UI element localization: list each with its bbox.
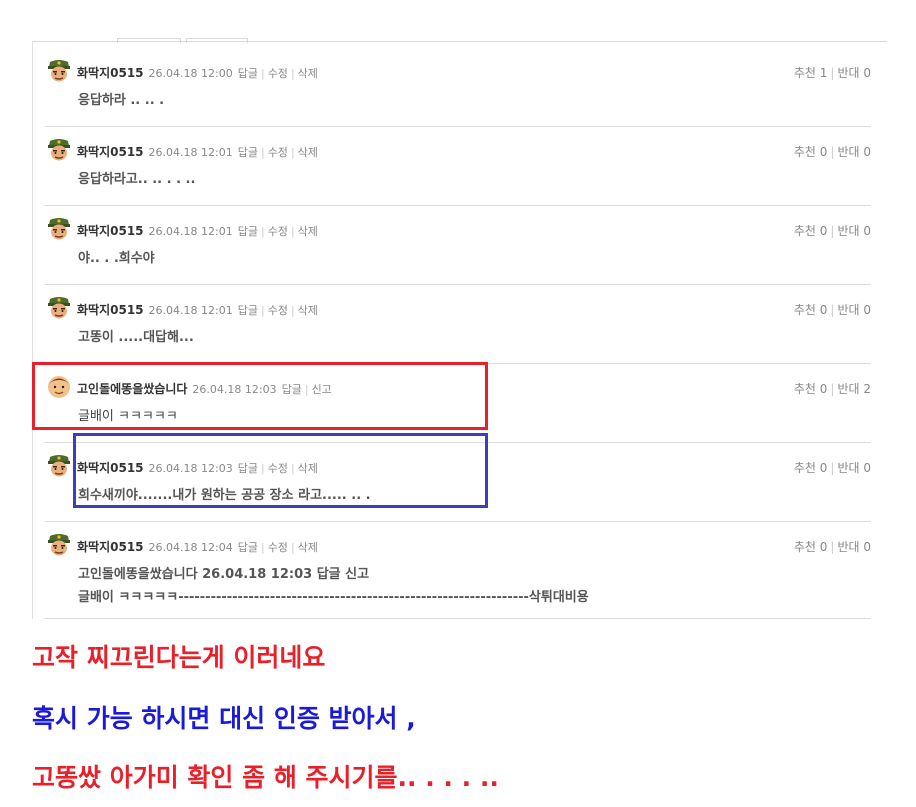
action-separator: |	[290, 146, 295, 159]
comment-list: 화딱지0515 26.04.18 12:00 답글 | 수정 | 삭제 응답하라 .. .. …	[45, 48, 871, 619]
comment-action-button[interactable]: 답글	[238, 304, 258, 317]
upvote-button[interactable]: 추천 0	[794, 145, 828, 159]
comment-text: 고똥이 .....대답해...	[78, 330, 194, 345]
comment-action-button[interactable]: 삭제	[298, 304, 318, 317]
comment-votes: 추천 0 | 반대 0	[794, 222, 871, 239]
comment-votes: 추천 0 | 반대 2	[794, 380, 871, 397]
action-separator: |	[260, 304, 265, 317]
upvote-button[interactable]: 추천 0	[794, 224, 828, 238]
downvote-button[interactable]: 반대 0	[837, 461, 871, 475]
action-separator: |	[260, 67, 265, 80]
comment-date: 26.04.18 12:01	[148, 225, 233, 238]
soldier-avatar-icon	[46, 295, 72, 320]
vote-separator: |	[830, 540, 835, 554]
upvote-button[interactable]: 추천 0	[794, 540, 828, 554]
action-separator: |	[290, 541, 295, 554]
downvote-button[interactable]: 반대 0	[837, 540, 871, 554]
comment-text: 야.. . .희수야	[78, 251, 155, 266]
comment-meta: 화딱지0515 26.04.18 12:01 답글 | 수정 | 삭제	[77, 222, 318, 239]
comment-author[interactable]: 화딱지0515	[77, 66, 144, 80]
action-separator: |	[290, 67, 295, 80]
comment-action-button[interactable]: 수정	[268, 67, 288, 80]
caption-line-2: 혹시 가능 하시면 대신 인증 받아서 ,	[32, 704, 416, 733]
downvote-button[interactable]: 반대 2	[837, 382, 871, 396]
comment-date: 26.04.18 12:00	[148, 67, 233, 80]
action-separator: |	[260, 146, 265, 159]
caption-line-1: 고작 찌끄린다는게 이러네요	[32, 643, 326, 672]
comment-action-button[interactable]: 답글	[238, 225, 258, 238]
vote-separator: |	[830, 461, 835, 475]
comment-action-button[interactable]: 수정	[268, 541, 288, 554]
comment-date: 26.04.18 12:01	[148, 146, 233, 159]
comment-text: 응답하라고.. .. . . ..	[78, 172, 196, 187]
action-separator: |	[260, 541, 265, 554]
comment-action-button[interactable]: 답글	[238, 146, 258, 159]
upvote-button[interactable]: 추천 1	[794, 66, 828, 80]
comment-action-button[interactable]: 삭제	[298, 225, 318, 238]
list-left-border	[32, 41, 33, 619]
vote-separator: |	[830, 66, 835, 80]
comment-action-button[interactable]: 삭제	[298, 67, 318, 80]
vote-separator: |	[830, 303, 835, 317]
upvote-button[interactable]: 추천 0	[794, 461, 828, 475]
comment-date: 26.04.18 12:04	[148, 541, 233, 554]
comment-action-button[interactable]: 답글	[238, 67, 258, 80]
comment-author[interactable]: 화딱지0515	[77, 540, 144, 554]
comment-votes: 추천 0 | 반대 0	[794, 143, 871, 160]
comment-item: 화딱지0515 26.04.18 12:04 답글 | 수정 | 삭제 고인돌에똥을쌌습니다 …	[45, 522, 871, 619]
comment-action-button[interactable]: 삭제	[298, 541, 318, 554]
caption-line-3: 고똥쌌 아가미 확인 좀 해 주시기를.. . . . ..	[32, 763, 499, 792]
soldier-avatar-icon	[46, 137, 72, 162]
comment-text: 응답하라 .. .. .	[78, 93, 165, 108]
comment-item: 화딱지0515 26.04.18 12:00 답글 | 수정 | 삭제 응답하라 .. .. …	[45, 48, 871, 127]
comment-text-line2: 글배이 ㅋㅋㅋㅋㅋ-------------------------------…	[78, 590, 589, 605]
comment-item: 화딱지0515 26.04.18 12:01 답글 | 수정 | 삭제 응답하라고.. .. …	[45, 127, 871, 206]
comment-action-button[interactable]: 수정	[268, 304, 288, 317]
upvote-button[interactable]: 추천 0	[794, 303, 828, 317]
comment-action-button[interactable]: 답글	[238, 541, 258, 554]
soldier-avatar-icon	[46, 453, 72, 478]
comment-votes: 추천 0 | 반대 0	[794, 459, 871, 476]
action-separator: |	[290, 304, 295, 317]
comment-action-button[interactable]: 수정	[268, 146, 288, 159]
comment-meta: 화딱지0515 26.04.18 12:04 답글 | 수정 | 삭제	[77, 538, 318, 555]
downvote-button[interactable]: 반대 0	[837, 224, 871, 238]
downvote-button[interactable]: 반대 0	[837, 145, 871, 159]
comment-item: 화딱지0515 26.04.18 12:01 답글 | 수정 | 삭제 야.. . .희수야 추…	[45, 206, 871, 285]
comment-meta: 화딱지0515 26.04.18 12:00 답글 | 수정 | 삭제	[77, 64, 318, 81]
comment-meta: 화딱지0515 26.04.18 12:01 답글 | 수정 | 삭제	[77, 301, 318, 318]
comment-author[interactable]: 화딱지0515	[77, 145, 144, 159]
comment-meta: 화딱지0515 26.04.18 12:01 답글 | 수정 | 삭제	[77, 143, 318, 160]
comment-action-button[interactable]: 삭제	[298, 146, 318, 159]
downvote-button[interactable]: 반대 0	[837, 303, 871, 317]
vote-separator: |	[830, 145, 835, 159]
comment-text: 고인돌에똥을쌌습니다 26.04.18 12:03 답글 신고	[78, 567, 370, 582]
action-separator: |	[260, 225, 265, 238]
soldier-avatar-icon	[46, 532, 72, 557]
comment-author[interactable]: 화딱지0515	[77, 224, 144, 238]
soldier-avatar-icon	[46, 216, 72, 241]
comment-date: 26.04.18 12:01	[148, 304, 233, 317]
tab-outline	[186, 38, 248, 43]
vote-separator: |	[830, 382, 835, 396]
comment-votes: 추천 0 | 반대 0	[794, 538, 871, 555]
comment-action-button[interactable]: 수정	[268, 225, 288, 238]
vote-separator: |	[830, 224, 835, 238]
action-separator: |	[290, 225, 295, 238]
highlight-box-red	[32, 362, 488, 430]
comment-item: 화딱지0515 26.04.18 12:01 답글 | 수정 | 삭제 고똥이 .....대답…	[45, 285, 871, 364]
comment-author[interactable]: 화딱지0515	[77, 303, 144, 317]
tab-outline	[117, 38, 181, 43]
highlight-box-blue	[73, 433, 488, 508]
comment-votes: 추천 0 | 반대 0	[794, 301, 871, 318]
comment-votes: 추천 1 | 반대 0	[794, 64, 871, 81]
soldier-avatar-icon	[46, 58, 72, 83]
downvote-button[interactable]: 반대 0	[837, 66, 871, 80]
upvote-button[interactable]: 추천 0	[794, 382, 828, 396]
